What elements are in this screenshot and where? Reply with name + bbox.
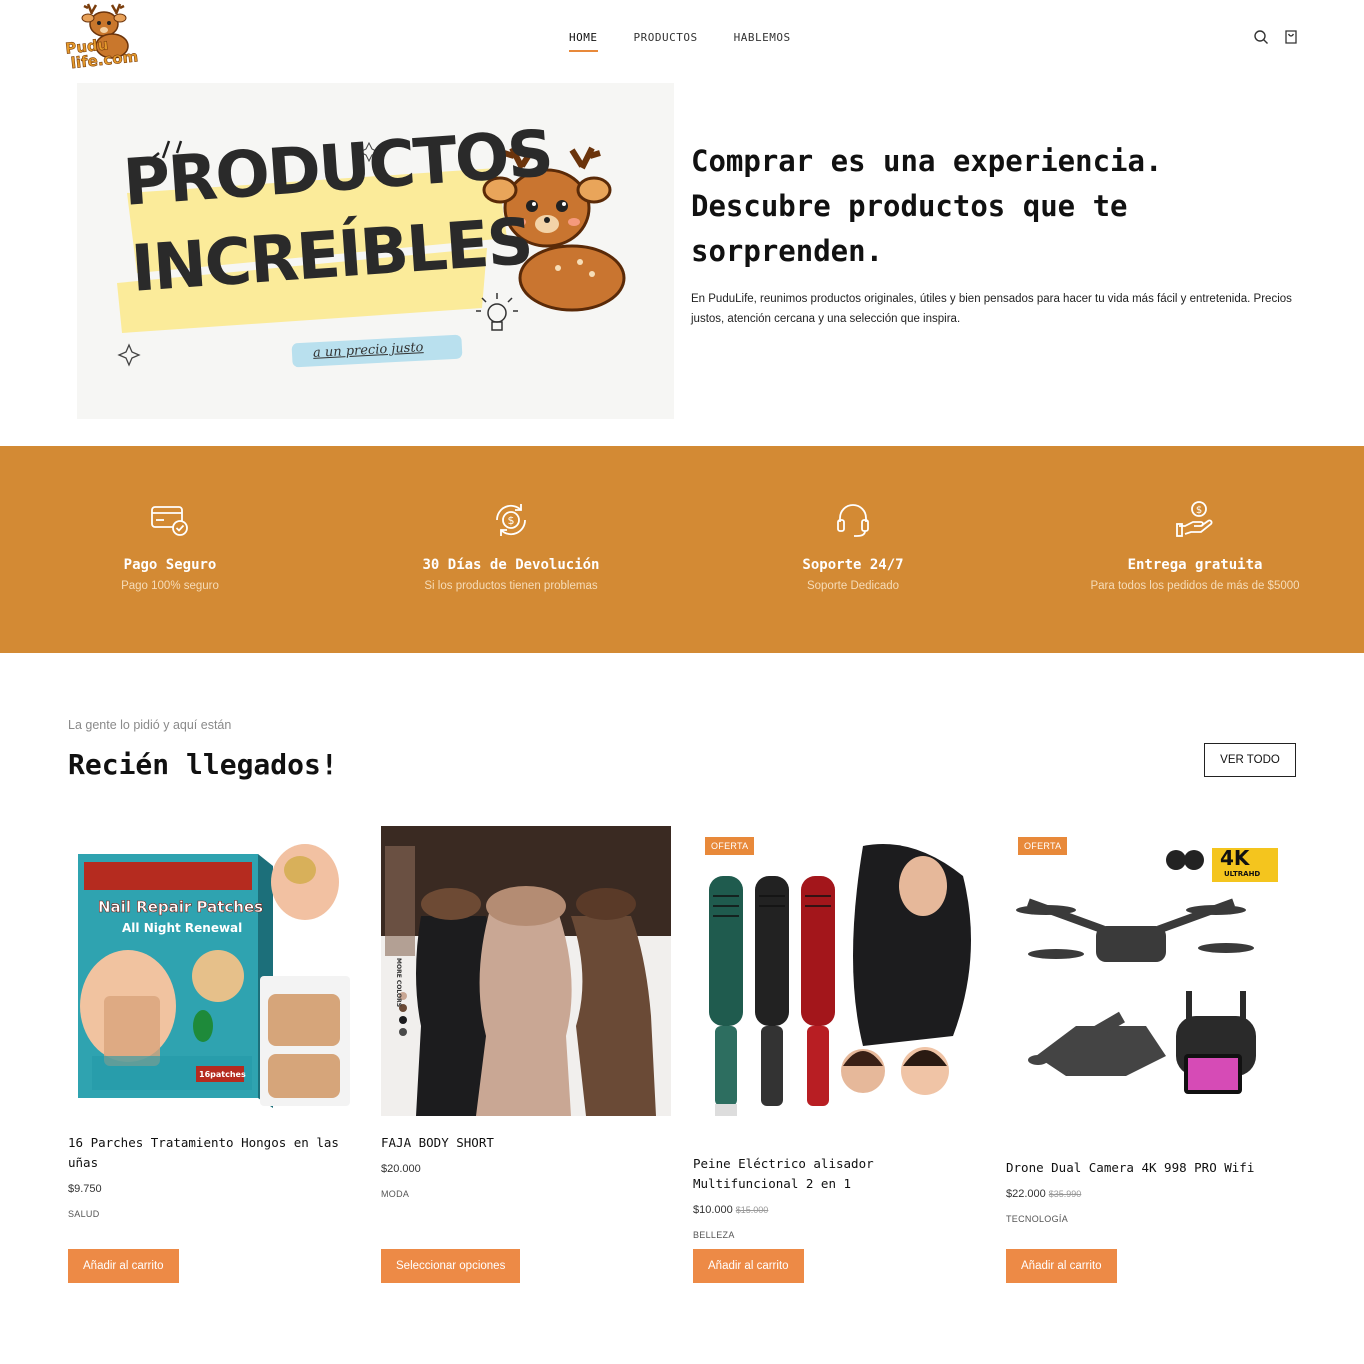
product-category[interactable]: MODA [381, 1189, 409, 1199]
site-logo[interactable]: Pudu life.com [64, 2, 146, 74]
add-to-cart-button[interactable]: Añadir al carrito [68, 1249, 179, 1283]
product-name[interactable]: Drone Dual Camera 4K 998 PRO Wifi [1006, 1158, 1296, 1178]
feature-pago-seguro: Pago Seguro Pago 100% seguro [40, 446, 300, 653]
old-price: $15.000 [735, 1205, 769, 1215]
feature-subtitle: Soporte Dedicado [806, 580, 900, 592]
feature-soporte: Soporte 24/7 Soporte Dedicado [722, 446, 984, 653]
product-image[interactable]: OFERTA [693, 826, 983, 1116]
add-to-cart-button[interactable]: Añadir al carrito [693, 1249, 804, 1283]
hero-banner-image: PRODUCTOS INCREÍBLES a un precio justo [77, 83, 674, 419]
feature-title: Soporte 24/7 [802, 557, 904, 573]
hand-coin-icon: $ [1175, 500, 1215, 540]
view-all-button[interactable]: VER TODO [1204, 743, 1296, 777]
select-options-button[interactable]: Seleccionar opciones [381, 1249, 521, 1283]
feature-devolucion: $ 30 Días de Devolución Si los productos… [380, 446, 642, 653]
product-card: Nail Repair Patches All Night Renewal 16… [68, 826, 358, 1283]
product-image-text: MORE COLORS [395, 958, 402, 1008]
search-icon[interactable] [1253, 29, 1269, 45]
features-band: Pago Seguro Pago 100% seguro $ 30 Días d… [0, 446, 1364, 653]
product-card: OFERTA 4K ULTRAHD Drone Dual Camera 4K 9… [1006, 826, 1296, 1283]
product-name[interactable]: FAJA BODY SHORT [381, 1133, 671, 1153]
headset-icon [833, 500, 873, 540]
product-category[interactable]: TECNOLOGÍA [1006, 1214, 1068, 1224]
current-price: $22.000 [1006, 1188, 1046, 1200]
old-price: $35.990 [1048, 1189, 1082, 1199]
product-image[interactable]: Nail Repair Patches All Night Renewal 16… [68, 826, 358, 1116]
feature-subtitle: Para todos los pedidos de más de $5000 [1090, 580, 1300, 592]
feature-subtitle: Si los productos tienen problemas [424, 580, 598, 592]
product-image-text: 4K [1220, 846, 1250, 870]
product-image-text: Nail Repair Patches [98, 898, 264, 917]
product-price: $10.000 $15.000 [693, 1204, 768, 1216]
product-name[interactable]: 16 Parches Tratamiento Hongos en las uña… [68, 1133, 358, 1173]
sale-badge: OFERTA [1018, 837, 1068, 855]
nav-hablemos[interactable]: HABLEMOS [734, 31, 791, 50]
section-title: Recién llegados! [68, 748, 338, 781]
current-price: $10.000 [693, 1204, 733, 1216]
main-nav: HOME PRODUCTOS HABLEMOS [569, 31, 791, 52]
product-image[interactable]: MORE COLORS [381, 826, 671, 1116]
feature-title: Pago Seguro [123, 557, 217, 573]
product-card: MORE COLORS FAJA BODY SHORT $20.000 MODA… [381, 826, 671, 1283]
cart-icon[interactable] [1283, 29, 1299, 45]
product-image-text: 16patches [199, 1070, 246, 1079]
header-actions [1253, 29, 1299, 45]
hero-headline: Comprar es una experiencia. Descubre pro… [691, 144, 1163, 268]
product-image-text: All Night Renewal [122, 921, 243, 935]
product-price: $9.750 [68, 1183, 102, 1195]
credit-card-check-icon [150, 500, 190, 540]
svg-text:$: $ [508, 514, 515, 527]
product-category[interactable]: BELLEZA [693, 1230, 735, 1240]
feature-entrega: $ Entrega gratuita Para todos los pedido… [1064, 446, 1326, 653]
product-image[interactable]: OFERTA 4K ULTRAHD [1006, 826, 1296, 1116]
product-card: OFERTA Peine Eléctrico alisador Multifun… [693, 826, 983, 1283]
feature-title: 30 Días de Devolución [422, 557, 600, 573]
nav-productos[interactable]: PRODUCTOS [634, 31, 698, 50]
feature-subtitle: Pago 100% seguro [121, 580, 219, 592]
product-price: $20.000 [381, 1163, 421, 1175]
add-to-cart-button[interactable]: Añadir al carrito [1006, 1249, 1117, 1283]
site-header: Pudu life.com HOME PRODUCTOS HABLEMOS [0, 0, 1364, 78]
product-category[interactable]: SALUD [68, 1209, 100, 1219]
hero-description: En PuduLife, reunimos productos original… [691, 293, 1292, 325]
svg-text:$: $ [1196, 505, 1202, 516]
nav-home[interactable]: HOME [569, 31, 598, 52]
product-image-text: ULTRAHD [1224, 870, 1261, 878]
product-price: $22.000 $35.990 [1006, 1188, 1081, 1200]
product-name[interactable]: Peine Eléctrico alisador Multifuncional … [693, 1154, 983, 1194]
feature-title: Entrega gratuita [1127, 557, 1263, 573]
sale-badge: OFERTA [705, 837, 755, 855]
refund-cycle-icon: $ [491, 500, 531, 540]
section-eyebrow: La gente lo pidió y aquí están [68, 718, 232, 732]
